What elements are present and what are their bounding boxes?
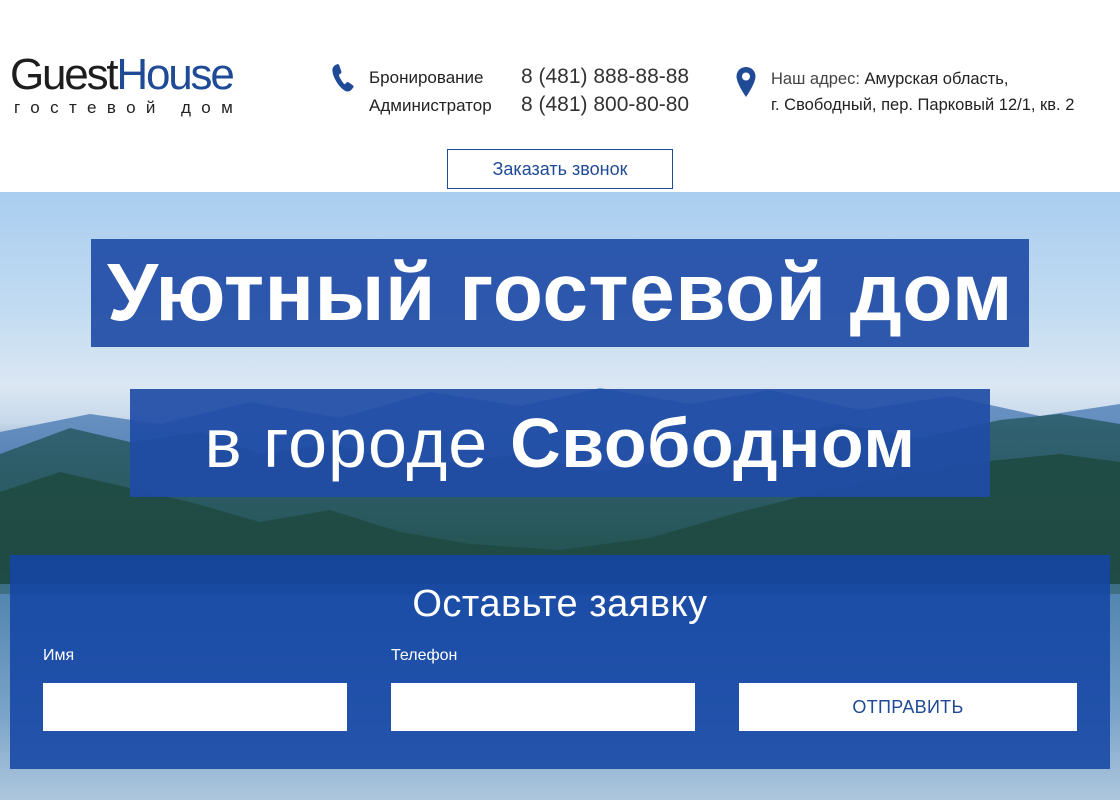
logo[interactable]: GuestHouse гостевой дом	[10, 52, 243, 118]
hero-section: Уютный гостевой дом в городе Свободном Ос…	[0, 192, 1120, 800]
address-label: Наш адрес:	[771, 70, 860, 88]
address-block: Наш адрес: Амурская область, г. Свободны…	[771, 66, 1074, 118]
booking-label: Бронирование	[369, 68, 484, 87]
map-pin-icon	[736, 67, 756, 97]
admin-label: Администратор	[369, 96, 492, 115]
admin-phone-link[interactable]: 8 (481) 800-80-80	[521, 93, 689, 116]
hero-headline-secondary: в городе Свободном	[130, 389, 990, 497]
phone-label: Телефон	[391, 647, 458, 664]
name-label: Имя	[43, 647, 75, 664]
name-input[interactable]	[43, 683, 347, 731]
phone-input[interactable]	[391, 683, 695, 731]
submit-button[interactable]: ОТПРАВИТЬ	[739, 683, 1077, 731]
logo-subtitle: гостевой дом	[14, 98, 244, 117]
contact-row-booking: Бронирование 8 (481) 888-88-88	[369, 65, 689, 89]
contact-row-admin: Администратор 8 (481) 800-80-80	[369, 93, 689, 117]
headline-city-name: Свободном	[510, 404, 916, 482]
logo-word-guest: Guest	[10, 50, 119, 99]
logo-word-house: House	[116, 50, 234, 99]
address-line2: г. Свободный, пер. Парковый 12/1, кв. 2	[771, 96, 1075, 114]
request-form: Оставьте заявку Имя Телефон ОТПРАВИТЬ	[10, 555, 1110, 769]
hero-headline-primary: Уютный гостевой дом	[91, 239, 1029, 347]
page: GuestHouse гостевой дом Бронирование 8 (4…	[0, 0, 1120, 800]
address-region: Амурская область,	[864, 70, 1009, 88]
site-header: GuestHouse гостевой дом Бронирование 8 (4…	[0, 0, 1120, 192]
logo-wordmark: GuestHouse	[10, 52, 243, 98]
headline-city-prefix: в городе	[204, 404, 489, 482]
form-title: Оставьте заявку	[412, 583, 708, 625]
request-callback-button[interactable]: Заказать звонок	[447, 149, 673, 189]
booking-phone-link[interactable]: 8 (481) 888-88-88	[521, 65, 689, 88]
address-line1: Наш адрес: Амурская область,	[771, 66, 1074, 92]
phone-icon	[332, 64, 354, 92]
